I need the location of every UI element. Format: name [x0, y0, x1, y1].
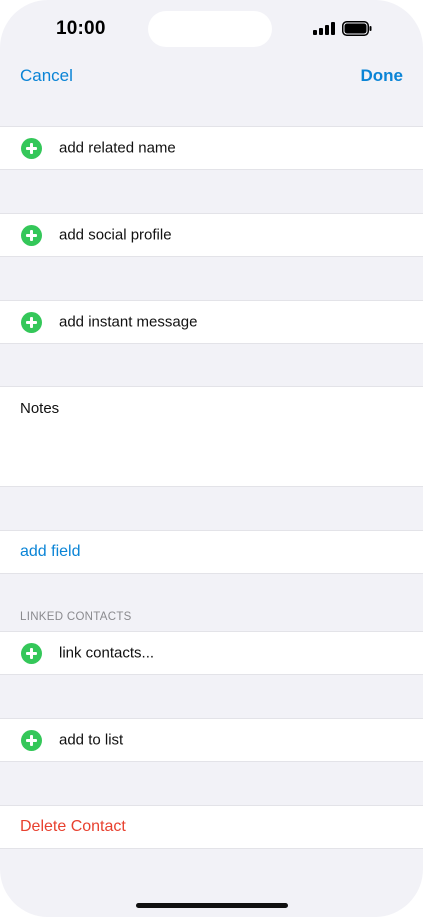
add-related-name-label: add related name [59, 139, 176, 157]
link-contacts-label: link contacts... [59, 644, 155, 662]
plus-circle-icon[interactable] [21, 138, 42, 159]
add-social-profile-label: add social profile [59, 226, 172, 244]
add-field-button[interactable]: add field [20, 543, 81, 561]
delete-contact-row[interactable]: Delete Contact [0, 805, 423, 849]
cellular-signal-icon [313, 22, 337, 35]
add-to-list-row[interactable]: add to list [0, 718, 423, 762]
phone-screen: 10:00 Cancel Done add related name add s… [0, 0, 423, 917]
dynamic-island [148, 11, 272, 47]
add-related-name-row[interactable]: add related name [0, 126, 423, 170]
plus-circle-icon[interactable] [21, 312, 42, 333]
link-contacts-row[interactable]: link contacts... [0, 631, 423, 675]
add-instant-message-row[interactable]: add instant message [0, 300, 423, 344]
plus-circle-icon[interactable] [21, 730, 42, 751]
delete-contact-button[interactable]: Delete Contact [20, 818, 126, 836]
add-field-row[interactable]: add field [0, 530, 423, 574]
home-indicator[interactable] [136, 903, 288, 908]
add-instant-message-label: add instant message [59, 313, 198, 331]
linked-contacts-header: LINKED CONTACTS [20, 611, 132, 623]
plus-circle-icon[interactable] [21, 225, 42, 246]
status-time: 10:00 [56, 18, 106, 39]
plus-circle-icon[interactable] [21, 643, 42, 664]
navigation-bar: Cancel Done [0, 60, 423, 90]
status-bar: 10:00 [0, 0, 423, 60]
cancel-button[interactable]: Cancel [20, 66, 73, 86]
notes-label: Notes [20, 400, 60, 417]
add-to-list-label: add to list [59, 731, 124, 749]
add-social-profile-row[interactable]: add social profile [0, 213, 423, 257]
done-button[interactable]: Done [361, 66, 404, 86]
notes-field[interactable]: Notes [0, 386, 423, 487]
battery-icon [342, 21, 372, 36]
